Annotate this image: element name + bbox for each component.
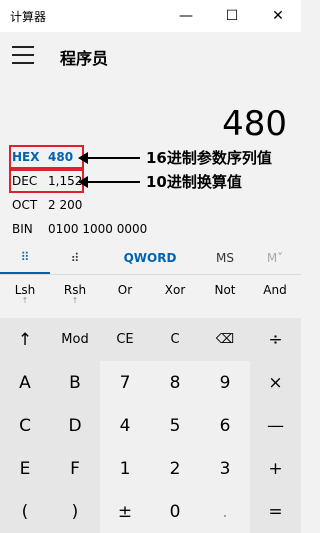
memory-recall-button[interactable]: M˅: [250, 242, 300, 274]
digit-8-button[interactable]: 8: [150, 361, 200, 404]
title-bar: 计算器 — ☐ ✕: [0, 0, 301, 32]
dec-highlight-box: [9, 169, 84, 193]
ce-button[interactable]: CE: [100, 318, 150, 361]
radix-bin-label: BIN: [12, 222, 33, 236]
digit-6-button[interactable]: 6: [200, 404, 250, 447]
lsh-button[interactable]: Lsh ↑: [0, 283, 50, 313]
dec-arrow-icon: [78, 176, 140, 188]
minus-button[interactable]: —: [250, 404, 301, 447]
clear-button[interactable]: C: [150, 318, 200, 361]
radix-bin-value: 0100 1000 0000: [48, 222, 148, 236]
window-title: 计算器: [10, 10, 47, 24]
or-button[interactable]: Or: [100, 283, 150, 313]
full-keypad-icon[interactable]: ⠿: [0, 242, 50, 274]
digit-0-button[interactable]: 0: [150, 490, 200, 533]
hex-e-button[interactable]: E: [0, 447, 50, 490]
radix-bin-row[interactable]: BIN 0100 1000 0000: [12, 218, 252, 240]
hex-highlight-box: [9, 145, 84, 169]
arrow-up-icon: ↑: [71, 296, 79, 305]
arrow-up-icon: ↑: [21, 296, 29, 305]
digit-7-button[interactable]: 7: [100, 361, 150, 404]
memory-store-button[interactable]: MS: [200, 242, 250, 274]
radix-oct-label: OCT: [12, 198, 38, 212]
hex-annotation: 16进制参数序列值: [146, 149, 272, 167]
digit-3-button[interactable]: 3: [200, 447, 250, 490]
minimize-button[interactable]: —: [163, 0, 209, 32]
divider: [0, 274, 301, 275]
plus-button[interactable]: +: [250, 447, 301, 490]
digit-9-button[interactable]: 9: [200, 361, 250, 404]
maximize-button[interactable]: ☐: [209, 0, 255, 32]
multiply-button[interactable]: ×: [250, 361, 301, 404]
radix-oct-value: 2 200: [48, 198, 83, 212]
digit-4-button[interactable]: 4: [100, 404, 150, 447]
mode-header: 程序员: [0, 32, 301, 80]
decimal-button[interactable]: .: [200, 490, 250, 533]
and-button[interactable]: And: [250, 283, 300, 313]
hamburger-menu-icon[interactable]: [12, 46, 34, 64]
hex-c-button[interactable]: C: [0, 404, 50, 447]
hex-a-button[interactable]: A: [0, 361, 50, 404]
close-button[interactable]: ✕: [255, 0, 301, 32]
not-button[interactable]: Not: [200, 283, 250, 313]
keypad: ↑ Mod CE C ⌫ ÷ A B 7 8 9 × C D 4 5 6 — E…: [0, 318, 301, 533]
left-paren-button[interactable]: (: [0, 490, 50, 533]
negate-button[interactable]: ±: [100, 490, 150, 533]
hex-b-button[interactable]: B: [50, 361, 100, 404]
keypad-tabs: ⠿ ⠾ QWORD MS M˅: [0, 242, 301, 274]
up-arrow-button[interactable]: ↑: [0, 318, 50, 361]
mode-title: 程序员: [60, 49, 109, 68]
hex-d-button[interactable]: D: [50, 404, 100, 447]
lsh-label: Lsh: [14, 283, 36, 297]
dec-annotation: 10进制换算值: [146, 173, 242, 191]
mod-button[interactable]: Mod: [50, 318, 100, 361]
equals-button[interactable]: =: [250, 490, 301, 533]
bitwise-row: Lsh ↑ Rsh ↑ Or Xor Not And: [0, 283, 301, 313]
result-display: 480: [222, 104, 287, 144]
digit-1-button[interactable]: 1: [100, 447, 150, 490]
divide-button[interactable]: ÷: [250, 318, 301, 361]
digit-5-button[interactable]: 5: [150, 404, 200, 447]
rsh-button[interactable]: Rsh ↑: [50, 283, 100, 313]
rsh-label: Rsh: [63, 283, 87, 297]
right-paren-button[interactable]: ): [50, 490, 100, 533]
bit-toggle-icon[interactable]: ⠾: [50, 242, 100, 274]
xor-button[interactable]: Xor: [150, 283, 200, 313]
digit-2-button[interactable]: 2: [150, 447, 200, 490]
hex-arrow-icon: [78, 152, 140, 164]
word-size-button[interactable]: QWORD: [100, 242, 200, 274]
hex-f-button[interactable]: F: [50, 447, 100, 490]
backspace-icon[interactable]: ⌫: [200, 318, 250, 361]
radix-oct-row[interactable]: OCT 2 200: [12, 194, 252, 216]
